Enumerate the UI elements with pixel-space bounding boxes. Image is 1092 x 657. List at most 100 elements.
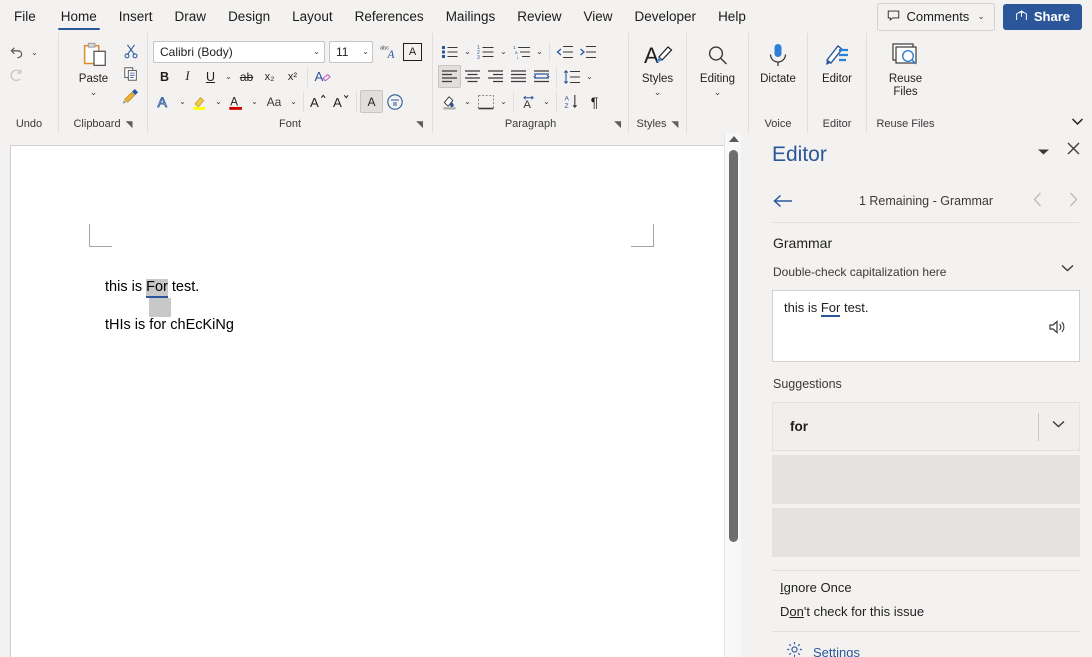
text-effects-button[interactable]: A xyxy=(403,42,422,61)
document-paragraph-1[interactable]: this is For test. xyxy=(105,276,625,317)
ignore-once-button[interactable]: Ignore Once xyxy=(760,571,1092,595)
line-spacing-button[interactable] xyxy=(560,65,583,88)
tab-draw[interactable]: Draw xyxy=(164,0,218,33)
issue-expand-button[interactable] xyxy=(1061,263,1074,275)
chevron-left-icon[interactable] xyxy=(1033,192,1042,210)
styles-button[interactable]: A Styles ⌄ xyxy=(634,37,681,97)
tab-home[interactable]: Home xyxy=(50,0,108,33)
font-color-chevron-icon[interactable]: ⌄ xyxy=(248,90,261,113)
read-aloud-icon[interactable] xyxy=(1048,319,1066,339)
editor-button[interactable]: Editor xyxy=(813,37,861,86)
borders-chevron-icon[interactable]: ⌄ xyxy=(497,90,510,113)
scrollbar-thumb[interactable] xyxy=(729,150,738,542)
chevron-down-icon[interactable]: ⌄ xyxy=(310,47,320,56)
grammar-error-word[interactable]: For xyxy=(146,279,168,298)
tab-layout[interactable]: Layout xyxy=(281,0,344,33)
tab-mailings[interactable]: Mailings xyxy=(435,0,507,33)
font-dialog-launcher[interactable]: ◥ xyxy=(416,116,423,132)
chevron-down-icon[interactable]: ⌄ xyxy=(359,47,369,56)
text-highlight-color-button[interactable] xyxy=(189,90,212,113)
change-case-button[interactable]: Aa xyxy=(261,90,287,113)
document-paragraph-2[interactable]: tHIs is for chEcKiNg xyxy=(105,314,625,336)
editor-pane-collapse-button[interactable] xyxy=(1037,147,1050,159)
paragraph-dialog-launcher[interactable]: ◥ xyxy=(614,116,621,132)
paste-button[interactable]: Paste ⌄ xyxy=(70,37,117,97)
distributed-button[interactable] xyxy=(530,65,553,88)
tab-references[interactable]: References xyxy=(344,0,435,33)
font-size-input[interactable]: 11 ⌄ xyxy=(329,40,373,63)
grow-font-button[interactable]: A xyxy=(307,90,330,113)
chevron-down-icon[interactable]: ⌄ xyxy=(90,87,98,97)
reuse-files-button[interactable]: Reuse Files xyxy=(873,37,939,99)
character-shading-button[interactable]: A xyxy=(360,90,383,113)
comments-button[interactable]: Comments ⌄ xyxy=(877,2,995,31)
show-formatting-marks-button[interactable]: paragraph-marks-icon ¶ xyxy=(583,90,606,113)
strikethrough-button[interactable]: ab xyxy=(235,65,258,88)
chevron-down-icon[interactable]: ⌄ xyxy=(714,87,722,97)
highlight-chevron-icon[interactable]: ⌄ xyxy=(212,90,225,113)
undo-chevron-icon[interactable]: ⌄ xyxy=(28,41,41,64)
font-color-button[interactable]: A xyxy=(225,90,248,113)
superscript-button[interactable]: x² xyxy=(281,65,304,88)
editing-button[interactable]: Editing ⌄ xyxy=(692,37,743,97)
share-button[interactable]: Share xyxy=(1002,3,1082,30)
dont-check-button[interactable]: Don't check for this issue xyxy=(760,595,1092,619)
cut-button[interactable] xyxy=(119,39,142,62)
shading-chevron-icon[interactable]: ⌄ xyxy=(461,90,474,113)
text-effects-chevron-icon[interactable]: ⌄ xyxy=(176,90,189,113)
tab-help[interactable]: Help xyxy=(707,0,757,33)
asian-layout-button[interactable]: A xyxy=(517,90,540,113)
copy-button[interactable] xyxy=(119,62,142,85)
decrease-indent-button[interactable] xyxy=(553,40,576,63)
font-name-input[interactable]: Calibri (Body) ⌄ xyxy=(153,40,325,63)
tab-design[interactable]: Design xyxy=(217,0,281,33)
underline-chevron-icon[interactable]: ⌄ xyxy=(222,65,235,88)
align-right-button[interactable] xyxy=(484,65,507,88)
tab-insert[interactable]: Insert xyxy=(108,0,164,33)
shading-button[interactable] xyxy=(438,90,461,113)
numbering-chevron-icon[interactable]: ⌄ xyxy=(497,40,510,63)
subscript-button[interactable]: x₂ xyxy=(258,65,281,88)
clear-all-formatting-button[interactable]: A xyxy=(311,65,334,88)
dictate-button[interactable]: Dictate xyxy=(754,37,802,86)
settings-button[interactable]: Settings xyxy=(760,632,1092,657)
borders-button[interactable] xyxy=(474,90,497,113)
redo-button[interactable] xyxy=(5,64,28,87)
document-vertical-scrollbar[interactable] xyxy=(724,133,741,657)
multilevel-list-button[interactable]: 1ai xyxy=(510,40,533,63)
tab-developer[interactable]: Developer xyxy=(624,0,708,33)
clear-formatting-button[interactable]: abc A xyxy=(377,40,400,63)
undo-button[interactable] xyxy=(5,41,28,64)
document-page[interactable]: this is For test. tHIs is for chEcKiNg xyxy=(10,145,731,657)
shrink-font-button[interactable]: A xyxy=(330,90,353,113)
text-effects-typography-button[interactable]: A xyxy=(153,90,176,113)
suggestion-item-for[interactable]: for xyxy=(772,402,1080,451)
align-center-button[interactable] xyxy=(461,65,484,88)
bullet-chevron-icon[interactable]: ⌄ xyxy=(461,40,474,63)
context-sentence-box[interactable]: this is For test. xyxy=(772,290,1080,362)
numbered-list-button[interactable]: 123 xyxy=(474,40,497,63)
line-spacing-chevron-icon[interactable]: ⌄ xyxy=(583,65,596,88)
format-painter-button[interactable] xyxy=(119,85,142,108)
tab-view[interactable]: View xyxy=(572,0,623,33)
sort-button[interactable]: AZ xyxy=(560,90,583,113)
bullet-list-button[interactable] xyxy=(438,40,461,63)
bold-button[interactable]: B xyxy=(153,65,176,88)
asian-layout-chevron-icon[interactable]: ⌄ xyxy=(540,90,553,113)
change-case-chevron-icon[interactable]: ⌄ xyxy=(287,90,300,113)
scroll-up-arrow-icon[interactable] xyxy=(729,136,739,142)
chevron-right-icon[interactable] xyxy=(1069,192,1078,210)
tab-review[interactable]: Review xyxy=(506,0,572,33)
ribbon-collapse-button[interactable] xyxy=(1071,117,1084,129)
document-text[interactable]: this is For test. tHIs is for chEcKiNg xyxy=(105,276,625,352)
multilevel-chevron-icon[interactable]: ⌄ xyxy=(533,40,546,63)
editor-pane-close-button[interactable] xyxy=(1067,142,1080,159)
italic-button[interactable]: I xyxy=(176,65,199,88)
chevron-down-icon[interactable]: ⌄ xyxy=(654,87,662,97)
styles-dialog-launcher[interactable]: ◥ xyxy=(672,116,679,132)
clipboard-dialog-launcher[interactable]: ◥ xyxy=(126,116,133,132)
underline-button[interactable]: U xyxy=(199,65,222,88)
tab-file[interactable]: File xyxy=(0,0,50,33)
suggestion-menu-button[interactable] xyxy=(1052,419,1065,431)
phonetic-guide-button[interactable] xyxy=(383,90,406,113)
